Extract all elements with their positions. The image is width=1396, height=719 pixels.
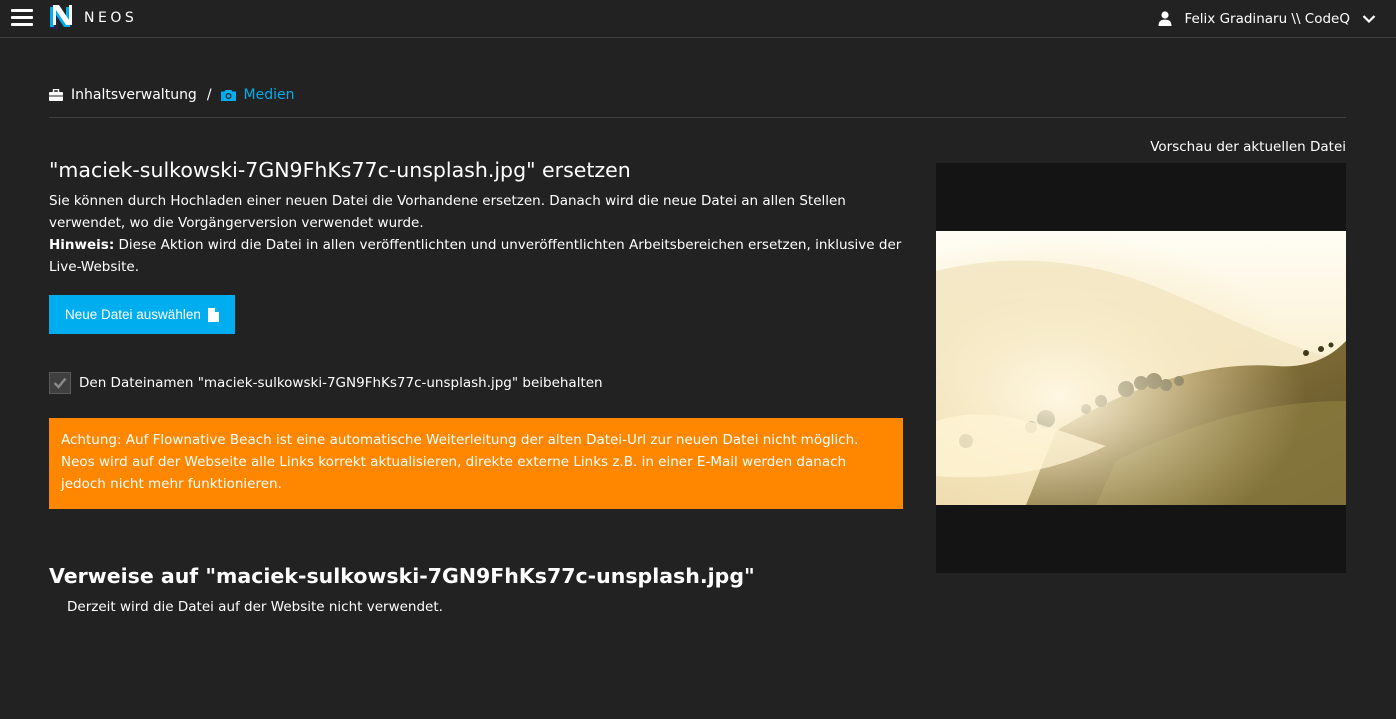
preview-label: Vorschau der aktuellen Datei <box>1150 139 1346 155</box>
logo-text: NEOS <box>84 10 138 26</box>
replace-description: Sie können durch Hochladen einer neuen D… <box>49 193 846 231</box>
select-new-file-button[interactable]: Neue Datei auswählen <box>49 295 235 334</box>
keep-filename-checkbox[interactable] <box>49 372 71 394</box>
breadcrumb-separator: / <box>206 87 212 103</box>
preview-image <box>936 231 1346 505</box>
keep-filename-label: Den Dateinamen "maciek-sulkowski-7GN9FhK… <box>79 375 603 391</box>
references-text: Derzeit wird die Datei auf der Website n… <box>67 599 443 615</box>
breadcrumb: Inhaltsverwaltung / Medien <box>49 87 295 103</box>
breadcrumb-divider <box>49 117 1346 118</box>
neos-logo-icon[interactable] <box>50 5 72 29</box>
preview-box <box>936 163 1346 573</box>
menu-icon[interactable] <box>11 9 33 27</box>
breadcrumb-label: Inhaltsverwaltung <box>71 87 197 103</box>
replace-note: Hinweis: Diese Aktion wird die Datei in … <box>49 234 905 278</box>
replace-section: "maciek-sulkowski-7GN9FhKs77c-unsplash.j… <box>49 158 905 615</box>
note-text: Diese Aktion wird die Datei in allen ver… <box>49 237 902 275</box>
top-bar: NEOS Felix Gradinaru \\ CodeQ <box>0 0 1396 38</box>
breadcrumb-item-inhaltsverwaltung[interactable]: Inhaltsverwaltung <box>49 87 197 103</box>
user-icon <box>1158 11 1172 26</box>
user-menu[interactable]: Felix Gradinaru \\ CodeQ <box>1158 0 1376 37</box>
camera-icon <box>220 90 236 101</box>
briefcase-icon <box>49 89 63 101</box>
select-new-file-label: Neue Datei auswählen <box>65 307 201 322</box>
keep-filename-row: Den Dateinamen "maciek-sulkowski-7GN9FhK… <box>49 372 603 394</box>
user-name: Felix Gradinaru \\ CodeQ <box>1184 10 1350 27</box>
chevron-down-icon <box>1362 14 1376 23</box>
breadcrumb-item-medien[interactable]: Medien <box>220 87 295 103</box>
references-title: Verweise auf "maciek-sulkowski-7GN9FhKs7… <box>49 564 755 588</box>
file-icon <box>207 307 219 322</box>
warning-box: Achtung: Auf Flownative Beach ist eine a… <box>49 418 903 509</box>
replace-title: "maciek-sulkowski-7GN9FhKs77c-unsplash.j… <box>49 158 631 182</box>
check-icon <box>53 377 67 389</box>
note-label: Hinweis: <box>49 237 115 253</box>
breadcrumb-label: Medien <box>243 87 295 103</box>
